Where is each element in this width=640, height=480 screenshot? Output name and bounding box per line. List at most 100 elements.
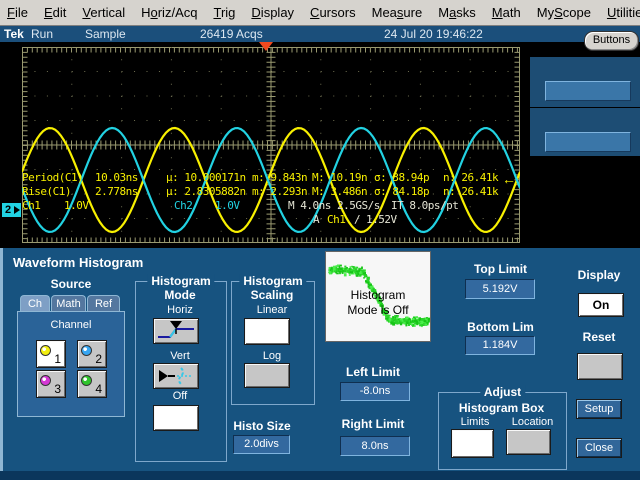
menu-item-math[interactable]: Math: [492, 5, 521, 20]
reset-label: Reset: [569, 330, 629, 344]
top-limit-field[interactable]: 5.192V: [465, 279, 535, 299]
acquisition-count: 26419 Acqs: [200, 27, 263, 41]
panel-title: Waveform Histogram: [13, 255, 143, 270]
preview-text: Histogram Mode is Off: [326, 288, 430, 318]
acquisition-mode: Sample: [85, 27, 126, 41]
side-readout-box-1: [530, 57, 640, 107]
readout-segment: Ch1: [22, 199, 40, 212]
side-readout-value-1: [545, 81, 631, 101]
menu-item-edit[interactable]: Edit: [44, 5, 66, 20]
readout-segment: 10.03ns: [95, 171, 138, 184]
readout-segment: 1.0V: [215, 199, 240, 212]
left-limit-field[interactable]: -8.0ns: [340, 382, 410, 401]
histogram-scaling-group: Histogram Scaling Linear Log: [231, 281, 315, 405]
tab-math[interactable]: Math: [51, 295, 86, 312]
channel2-position-marker[interactable]: 2: [2, 203, 21, 217]
off-label: Off: [136, 390, 224, 402]
bottom-limit-label: Bottom Lim: [453, 320, 548, 334]
menu-item-trig[interactable]: Trig: [213, 5, 235, 20]
readout-segment: M: 3.486n: [312, 185, 367, 198]
readout-segment: μ: 10.000171n: [166, 171, 246, 184]
menu-item-cursors[interactable]: Cursors: [310, 5, 356, 20]
menu-bar: File Edit Vertical Horiz/Acq Trig Display Curs…: [0, 0, 640, 26]
readout-segment: Ch2: [174, 199, 192, 212]
readout-segment: σ: 84.18p: [374, 185, 429, 198]
trigger-level-arrow-icon: ←: [502, 171, 516, 187]
waveform-histogram-panel: Waveform Histogram Source Ch Math Ref Ch…: [0, 248, 640, 471]
tab-ch[interactable]: Ch: [20, 295, 50, 312]
bottom-strip: [0, 471, 640, 480]
menu-item-file[interactable]: File: [7, 5, 28, 20]
menu-item-horiz-acq[interactable]: Horiz/Acq: [141, 5, 197, 20]
menu-item-vertical[interactable]: Vertical: [82, 5, 125, 20]
histogram-mode-vert-button[interactable]: [153, 363, 199, 389]
histo-size-label: Histo Size: [229, 419, 295, 433]
close-button[interactable]: Close: [576, 438, 622, 458]
menu-item-masks[interactable]: Masks: [438, 5, 476, 20]
bottom-limit-field[interactable]: 1.184V: [465, 336, 535, 355]
channel-2-button[interactable]: 2: [77, 340, 107, 368]
histogram-mode-subtitle: Mode: [136, 288, 224, 302]
scaling-linear-button[interactable]: [244, 318, 290, 345]
channel-3-button[interactable]: 3: [36, 370, 66, 398]
waveform-display: Period(C1) 10.03ns μ: 10.000171n m: 9.843n M…: [0, 42, 640, 248]
top-limit-label: Top Limit: [453, 262, 548, 276]
menu-item-measure[interactable]: Measure: [372, 5, 423, 20]
histogram-mode-title: Histogram: [147, 274, 214, 288]
histogram-mode-group: Histogram Mode Horiz Vert: [135, 281, 227, 462]
menu-item-display[interactable]: Display: [251, 5, 294, 20]
menu-item-utilities[interactable]: Utilities: [607, 5, 640, 20]
adjust-location-button[interactable]: [506, 429, 551, 455]
readout-segment: 2.778ns: [95, 185, 138, 198]
left-limit-label: Left Limit: [335, 365, 411, 379]
horiz-label: Horiz: [136, 304, 224, 316]
readout-segment: M: 10.19n: [312, 171, 367, 184]
linear-label: Linear: [232, 304, 312, 316]
source-label: Source: [17, 277, 125, 291]
adjust-limits-button[interactable]: [451, 429, 494, 458]
readout-segment: IT 8.0ps/pt: [391, 199, 458, 212]
right-limit-label: Right Limit: [333, 417, 413, 431]
channel-1-color-dot: [40, 345, 51, 356]
readout-segment: μ: 2.8305882n: [166, 185, 246, 198]
reset-button[interactable]: [577, 353, 623, 380]
adjust-group: Adjust Histogram Box Limits Location: [438, 392, 567, 470]
readout-segment: A: [313, 213, 319, 226]
readout-segment: m: 2.293n: [252, 185, 307, 198]
channel-label: Channel: [18, 319, 124, 331]
log-label: Log: [232, 350, 312, 362]
display-on-button[interactable]: On: [578, 293, 624, 317]
histogram-box-label: Histogram Box: [439, 401, 564, 415]
histogram-scaling-title: Histogram: [239, 274, 306, 288]
vert-label: Vert: [136, 350, 224, 362]
channel-3-color-dot: [40, 375, 51, 386]
vert-histogram-icon: [154, 364, 198, 388]
readout-segment: Period(C1): [22, 171, 83, 184]
side-readout-box-2: [530, 108, 640, 156]
channel-2-color-dot: [81, 345, 92, 356]
run-state: Run: [31, 27, 53, 41]
histogram-mode-horiz-button[interactable]: [153, 318, 199, 344]
readout-segment: n: 26.41k: [443, 185, 498, 198]
histo-size-field[interactable]: 2.0divs: [233, 435, 290, 454]
buttons-button[interactable]: Buttons: [584, 31, 639, 51]
tab-ref[interactable]: Ref: [87, 295, 120, 312]
menu-item-myscope[interactable]: MyScope: [537, 5, 591, 20]
histogram-mode-off-button[interactable]: [153, 405, 199, 431]
channel-4-color-dot: [81, 375, 92, 386]
status-bar: Tek Run Sample 26419 Acqs 24 Jul 20 19:4…: [0, 26, 640, 42]
channel-4-button[interactable]: 4: [77, 370, 107, 398]
readout-segment: 1.0V: [64, 199, 89, 212]
tek-logo: Tek: [4, 27, 24, 41]
readout-segment: m: 9.843n: [252, 171, 307, 184]
readout-segment: /: [354, 213, 360, 226]
source-box: Channel 1 2 3 4: [17, 311, 125, 417]
right-limit-field[interactable]: 8.0ns: [340, 436, 410, 456]
histogram-scaling-subtitle: Scaling: [232, 288, 312, 302]
setup-button[interactable]: Setup: [576, 399, 622, 419]
histogram-preview-box: Histogram Mode is Off: [325, 251, 431, 342]
horiz-histogram-icon: [154, 319, 198, 343]
scaling-log-button[interactable]: [244, 363, 290, 388]
channel-1-button[interactable]: 1: [36, 340, 66, 368]
limits-label: Limits: [449, 416, 501, 428]
